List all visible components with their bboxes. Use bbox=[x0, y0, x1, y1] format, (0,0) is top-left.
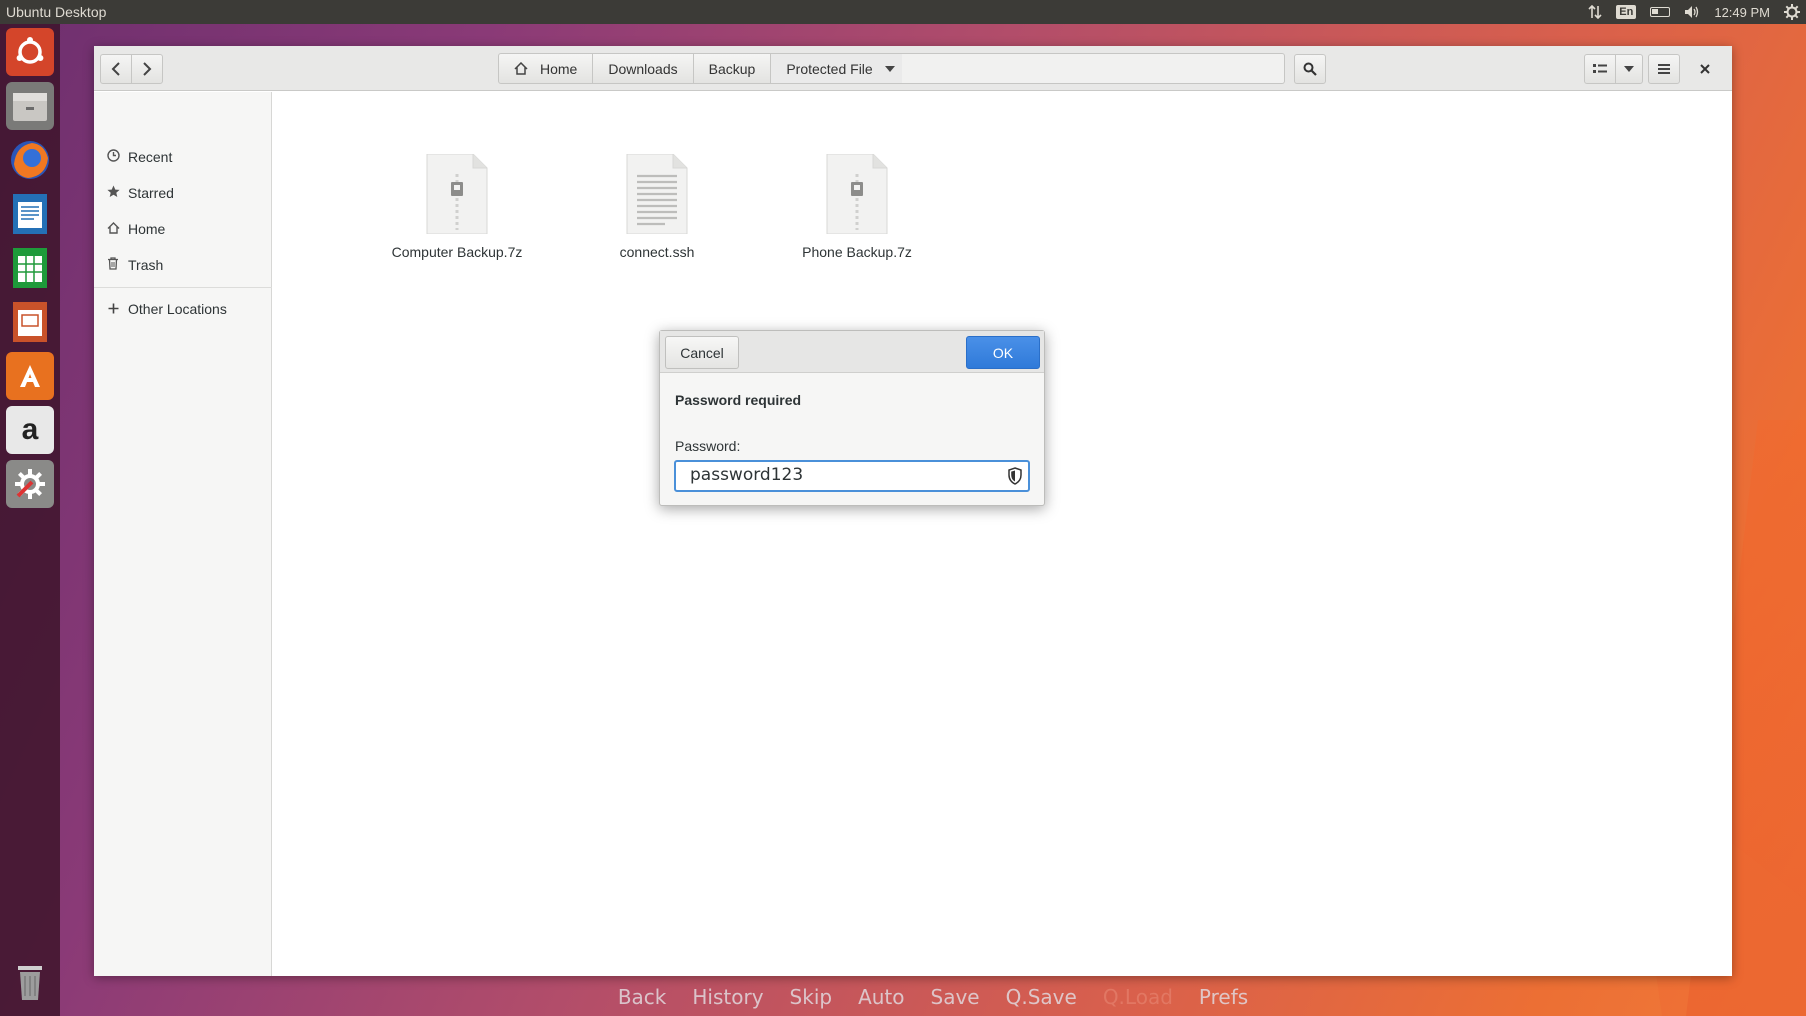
file-manager-window: Home Downloads Backup Protected File Rec… bbox=[94, 46, 1732, 976]
battery-icon[interactable] bbox=[1650, 7, 1671, 17]
hamburger-icon bbox=[1658, 64, 1670, 74]
menu-save[interactable]: Save bbox=[931, 985, 980, 1016]
sidebar-item-recent[interactable]: Recent bbox=[106, 145, 172, 169]
network-icon[interactable] bbox=[1588, 5, 1602, 19]
archive-file-icon bbox=[425, 153, 489, 235]
menu-prefs[interactable]: Prefs bbox=[1199, 985, 1248, 1016]
amazon-icon[interactable]: a bbox=[6, 406, 54, 454]
password-label: Password: bbox=[675, 438, 741, 454]
breadcrumb-home[interactable]: Home bbox=[499, 54, 594, 83]
chevron-down-icon bbox=[1624, 66, 1634, 72]
back-button[interactable] bbox=[100, 54, 132, 84]
cancel-button[interactable]: Cancel bbox=[665, 336, 739, 369]
close-icon bbox=[1700, 64, 1710, 74]
breadcrumb-downloads[interactable]: Downloads bbox=[593, 54, 694, 83]
system-settings-icon[interactable] bbox=[6, 460, 54, 508]
menu-back[interactable]: Back bbox=[618, 985, 667, 1016]
system-tray: En 12:49 PM bbox=[1588, 0, 1800, 24]
file-item-phone-backup[interactable]: Phone Backup.7z bbox=[777, 153, 937, 260]
bottom-menu: Back History Skip Auto Save Q.Save Q.Loa… bbox=[0, 985, 1806, 1016]
forward-button[interactable] bbox=[131, 54, 163, 84]
text-file-icon bbox=[625, 153, 689, 235]
menu-skip[interactable]: Skip bbox=[790, 985, 833, 1016]
menu-history[interactable]: History bbox=[692, 985, 763, 1016]
firefox-icon[interactable] bbox=[6, 136, 54, 184]
writer-icon[interactable] bbox=[6, 190, 54, 238]
password-dialog: Cancel OK Password required Password: pa… bbox=[659, 330, 1045, 506]
software-center-icon[interactable] bbox=[6, 352, 54, 400]
sidebar-item-trash[interactable]: Trash bbox=[106, 253, 163, 277]
sidebar-item-other-locations[interactable]: Other Locations bbox=[106, 297, 227, 321]
places-sidebar: Recent Starred Home Trash Other Location… bbox=[94, 92, 272, 976]
home-icon bbox=[106, 221, 120, 237]
chevron-left-icon bbox=[111, 62, 120, 76]
sidebar-item-starred[interactable]: Starred bbox=[106, 181, 174, 205]
sidebar-separator bbox=[94, 287, 272, 288]
menu-quick-save[interactable]: Q.Save bbox=[1006, 985, 1077, 1016]
trash-icon bbox=[106, 257, 120, 273]
top-panel: Ubuntu Desktop En 12:49 PM bbox=[0, 0, 1806, 24]
volume-icon[interactable] bbox=[1684, 5, 1700, 19]
file-view: Computer Backup.7z connect.ssh Phone Bac… bbox=[273, 92, 1732, 976]
password-input[interactable]: password123 bbox=[674, 460, 1030, 492]
calc-icon[interactable] bbox=[6, 244, 54, 292]
pathbar-empty-area[interactable] bbox=[902, 53, 1285, 84]
plus-icon bbox=[106, 302, 120, 317]
dialog-title: Password required bbox=[675, 392, 802, 408]
home-icon bbox=[514, 62, 528, 75]
impress-icon[interactable] bbox=[6, 298, 54, 346]
ubuntu-dash-icon[interactable] bbox=[6, 28, 54, 76]
menu-auto[interactable]: Auto bbox=[858, 985, 904, 1016]
view-mode-button[interactable] bbox=[1584, 54, 1616, 84]
password-input-value: password123 bbox=[690, 465, 804, 485]
headerbar: Home Downloads Backup Protected File bbox=[94, 46, 1732, 91]
breadcrumb: Home Downloads Backup Protected File bbox=[498, 53, 911, 84]
dialog-header: Cancel OK bbox=[660, 331, 1044, 373]
chevron-right-icon bbox=[143, 62, 152, 76]
file-item-connect-ssh[interactable]: connect.ssh bbox=[577, 153, 737, 260]
search-icon bbox=[1303, 62, 1317, 76]
star-icon bbox=[106, 185, 120, 201]
top-panel-title: Ubuntu Desktop bbox=[6, 4, 107, 20]
close-window-button[interactable] bbox=[1690, 54, 1720, 84]
session-gear-icon[interactable] bbox=[1784, 4, 1800, 20]
launcher: a bbox=[0, 24, 60, 1016]
file-item-computer-backup[interactable]: Computer Backup.7z bbox=[377, 153, 537, 260]
archive-file-icon bbox=[825, 153, 889, 235]
keyboard-layout-indicator[interactable]: En bbox=[1616, 5, 1637, 19]
sidebar-item-home[interactable]: Home bbox=[106, 217, 165, 241]
clock-icon bbox=[106, 149, 120, 165]
breadcrumb-backup[interactable]: Backup bbox=[694, 54, 772, 83]
ok-button[interactable]: OK bbox=[966, 336, 1040, 369]
clock-text[interactable]: 12:49 PM bbox=[1714, 5, 1770, 20]
files-icon[interactable] bbox=[6, 82, 54, 130]
breadcrumb-protected-file[interactable]: Protected File bbox=[771, 54, 910, 83]
view-options-button[interactable] bbox=[1615, 54, 1643, 84]
menu-quick-load[interactable]: Q.Load bbox=[1103, 985, 1173, 1016]
shield-icon[interactable] bbox=[1008, 467, 1022, 485]
menu-button[interactable] bbox=[1648, 54, 1680, 84]
chevron-down-icon bbox=[884, 65, 895, 72]
list-view-icon bbox=[1593, 64, 1607, 73]
search-button[interactable] bbox=[1294, 54, 1326, 84]
